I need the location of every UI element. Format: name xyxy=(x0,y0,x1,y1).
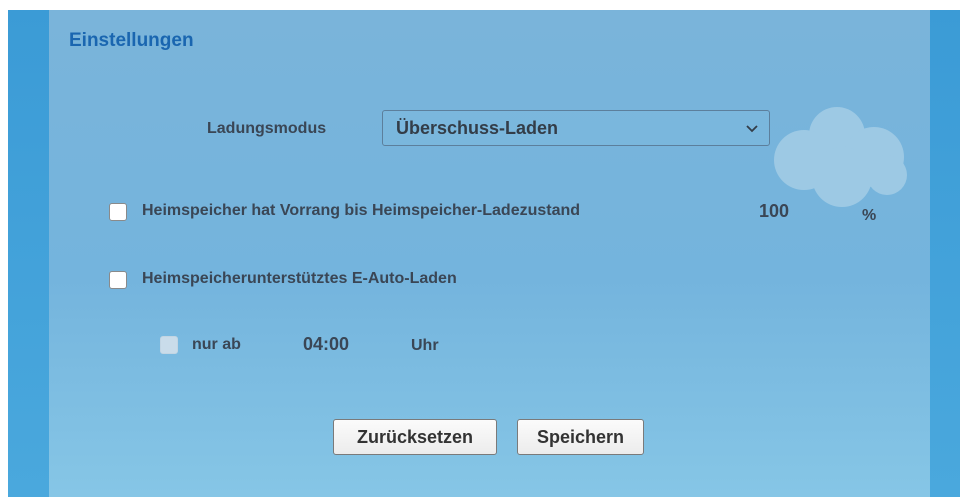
supported-charging-checkbox[interactable] xyxy=(109,271,127,289)
charging-mode-label: Ladungsmodus xyxy=(207,120,327,137)
priority-checkbox[interactable] xyxy=(109,203,127,221)
save-button[interactable]: Speichern xyxy=(517,419,644,455)
chevron-down-icon xyxy=(746,125,758,133)
panel-title: Einstellungen xyxy=(69,30,194,51)
priority-value[interactable]: 100 xyxy=(759,201,789,222)
only-from-checkbox[interactable] xyxy=(160,336,178,354)
reset-button[interactable]: Zurücksetzen xyxy=(333,419,497,455)
priority-label: Heimspeicher hat Vorrang bis Heimspeiche… xyxy=(142,202,581,219)
only-from-time[interactable]: 04:00 xyxy=(303,334,349,355)
supported-charging-label: Heimspeicherunterstütztes E-Auto-Laden xyxy=(142,270,457,287)
charging-mode-value: Überschuss-Laden xyxy=(396,118,559,138)
priority-unit: % xyxy=(862,207,877,224)
cloud-icon xyxy=(774,107,907,207)
charging-mode-select[interactable]: Überschuss-Laden xyxy=(382,110,770,146)
page: Einstellungen Ladungsmodus Überschuss-La… xyxy=(0,0,960,497)
only-from-unit: Uhr xyxy=(411,337,439,354)
only-from-label: nur ab xyxy=(192,336,241,353)
